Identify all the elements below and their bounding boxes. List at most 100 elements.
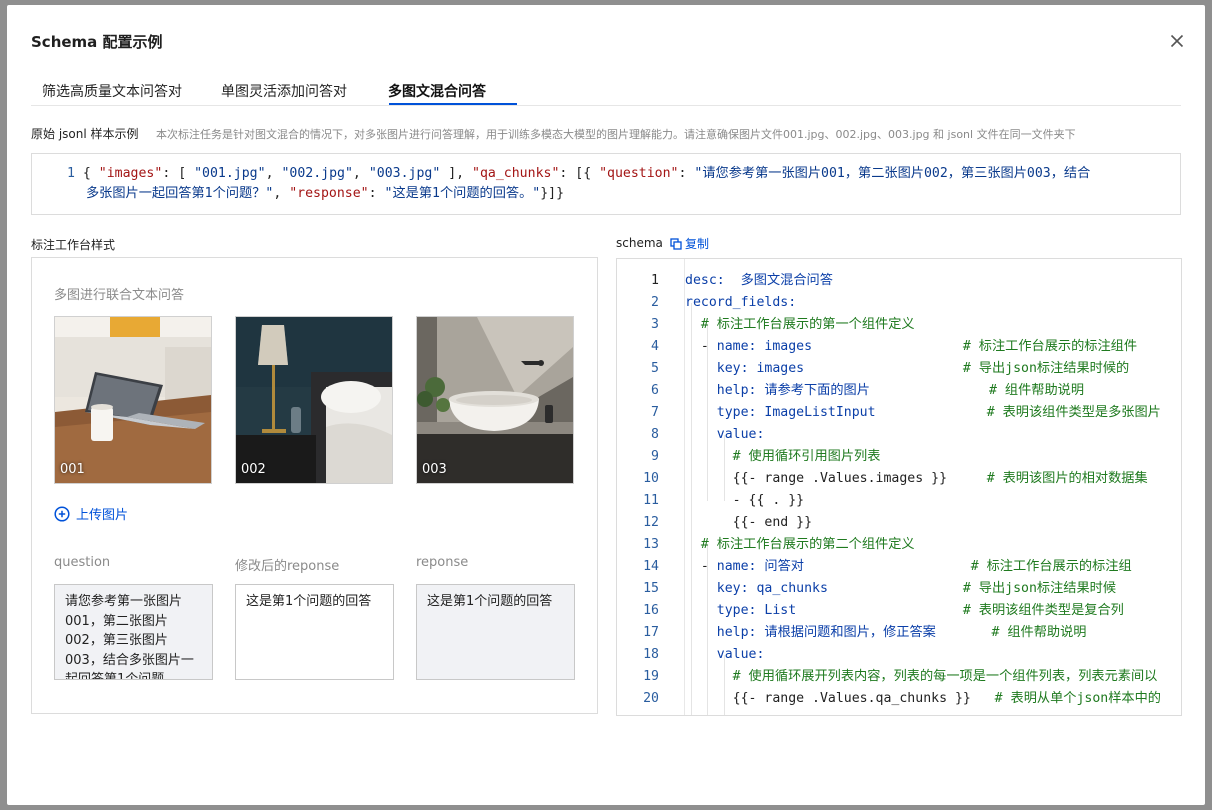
active-tab-indicator [389, 103, 517, 105]
yaml-comment: # 使用循环展开列表内容，列表的每一项是一个组件列表，列表元素间以 [732, 669, 1158, 684]
line-number: 12 [643, 515, 659, 530]
yaml-value: images [748, 361, 805, 376]
line-number: 6 [651, 383, 659, 398]
yaml-comment: # 表明该图片的相对数据集 [986, 471, 1148, 486]
json-punct: { [82, 166, 99, 181]
yaml-comment: # 导出json标注结果时候 [962, 581, 1117, 596]
json-key: "response" [289, 186, 369, 201]
code-text: # 使用循环展开列表内容，列表的每一项是一个组件列表，列表元素间以 [685, 666, 1158, 688]
copy-button[interactable]: 复制 [670, 235, 709, 252]
json-value: "001.jpg" [194, 166, 266, 181]
line-number: 1 [67, 166, 75, 181]
yaml-value: 请根据问题和图片，修正答案 [756, 625, 936, 640]
code-indent: - [685, 339, 717, 354]
code-line: 20 {{- range .Values.qa_chunks }} # 表明从单… [617, 688, 1181, 710]
code-line: 5 key: images # 导出json标注结果时候的 [617, 358, 1181, 380]
image-label: 003 [422, 462, 447, 477]
code-line: 17 help: 请根据问题和图片，修正答案 # 组件帮助说明 [617, 622, 1181, 644]
line-number: 14 [643, 559, 659, 574]
line-number: 2 [651, 295, 659, 310]
workspace-title: 多图进行联合文本问答 [54, 288, 185, 303]
code-text: key: images # 导出json标注结果时候的 [685, 358, 1129, 380]
code-padding [876, 405, 987, 420]
yaml-key: type: [716, 603, 757, 618]
code-line: 10 {{- range .Values.images }} # 表明该图片的相… [617, 468, 1181, 490]
line-number: 17 [643, 625, 659, 640]
yaml-value: List [756, 603, 797, 618]
upload-image-button[interactable]: 上传图片 [54, 504, 128, 523]
tab-single-image-qa[interactable]: 单图灵活添加问答对 [221, 81, 347, 101]
bathroom-sink-photo [417, 317, 573, 483]
yaml-comment: # 表明从单个json样本中的 [994, 691, 1161, 706]
add-circle-icon [54, 505, 70, 522]
modified-response-input[interactable]: 这是第1个问题的回答 [235, 584, 394, 680]
json-value: "这是第1个问题的回答。" [384, 186, 541, 201]
yaml-comment: # 标注工作台展示的第二个组件定义 [700, 537, 915, 552]
yaml-key: name: [716, 339, 757, 354]
code-text: help: 请根据问题和图片，修正答案 # 组件帮助说明 [685, 622, 1087, 644]
code-text: {{- range .Values.images }} # 表明该图片的相对数据… [685, 468, 1148, 490]
response-field: 这是第1个问题的回答 [416, 584, 575, 680]
code-line: 2 record_fields: [617, 292, 1181, 314]
code-text: - name: 问答对 # 标注工作台展示的标注组 [685, 556, 1132, 578]
schema-code-editor[interactable]: 1 desc: 多图文混合问答 2 record_fields: 3 # 标注工作台展示… [616, 258, 1182, 716]
copy-icon [670, 237, 682, 250]
line-number: 16 [643, 603, 659, 618]
code-text: type: List # 表明该组件类型是复合列 [685, 600, 1124, 622]
close-button[interactable] [1167, 31, 1187, 51]
response-label: reponse [416, 555, 469, 570]
close-icon[interactable] [1167, 31, 1187, 51]
yaml-value: {{- end }} [732, 515, 813, 530]
bedroom-lamp-photo [236, 317, 392, 483]
yaml-value: - {{ . }} [732, 493, 805, 508]
json-punct: : [ [162, 166, 195, 181]
code-line: 13 # 标注工作台展示的第二个组件定义 [617, 534, 1181, 556]
yaml-comment: # 使用循环引用图片列表 [732, 449, 881, 464]
image-card-002[interactable]: 002 [235, 316, 393, 484]
yaml-comment: # 表明该组件类型是多张图片 [986, 405, 1161, 420]
image-card-003[interactable]: 003 [416, 316, 574, 484]
code-text: desc: 多图文混合问答 [685, 270, 833, 292]
tab-multi-image-qa[interactable]: 多图文混合问答 [388, 81, 486, 101]
line-number: 7 [651, 405, 659, 420]
yaml-comment: # 标注工作台展示的标注组 [970, 559, 1132, 574]
code-line: 7 type: ImageListInput # 表明该组件类型是多张图片 [617, 402, 1181, 424]
line-number: 19 [643, 669, 659, 684]
yaml-comment: # 组件帮助说明 [991, 625, 1087, 640]
yaml-value: {{- range .Values.qa_chunks }} [732, 691, 971, 706]
image-card-001[interactable]: 001 [54, 316, 212, 484]
code-text: - {{ . }} [685, 490, 804, 512]
json-value: 多张图片一起回答第1个问题？" [86, 186, 274, 201]
upload-label: 上传图片 [76, 508, 129, 523]
code-text: # 标注工作台展示的第一个组件定义 [685, 314, 915, 336]
copy-label: 复制 [685, 237, 710, 251]
example-tabs: 筛选高质量文本问答对 单图灵活添加问答对 多图文混合问答 [31, 75, 1181, 106]
code-line: 6 help: 请参考下面的图片 # 组件帮助说明 [617, 380, 1181, 402]
workspace-preview: 多图进行联合文本问答 001 002 003 上传图片 question 修改后… [31, 257, 598, 714]
code-padding [796, 603, 963, 618]
workspace-style-label: 标注工作台样式 [31, 238, 116, 252]
code-text: help: 请参考下面的图片 # 组件帮助说明 [685, 380, 1084, 402]
code-text: - name: images # 标注工作台展示的标注组件 [685, 336, 1137, 358]
raw-code-line-1: 1 { "images": [ "001.jpg", "002.jpg", "0… [67, 164, 1090, 184]
line-number: 13 [643, 537, 659, 552]
raw-jsonl-code: 1 { "images": [ "001.jpg", "002.jpg", "0… [31, 153, 1181, 215]
code-text: # 使用循环引用图片列表 [685, 446, 881, 468]
code-line: 18 value: [617, 644, 1181, 666]
laptop-desk-photo [55, 317, 211, 483]
code-line: 9 # 使用循环引用图片列表 [617, 446, 1181, 468]
dialog-title: Schema 配置示例 [31, 33, 163, 51]
code-padding [870, 383, 989, 398]
schema-example-dialog: Schema 配置示例 筛选高质量文本问答对 单图灵活添加问答对 多图文混合问答… [7, 5, 1205, 805]
yaml-comment: # 表明该组件类型是复合列 [962, 603, 1124, 618]
tab-text-qa-filter[interactable]: 筛选高质量文本问答对 [42, 81, 182, 101]
